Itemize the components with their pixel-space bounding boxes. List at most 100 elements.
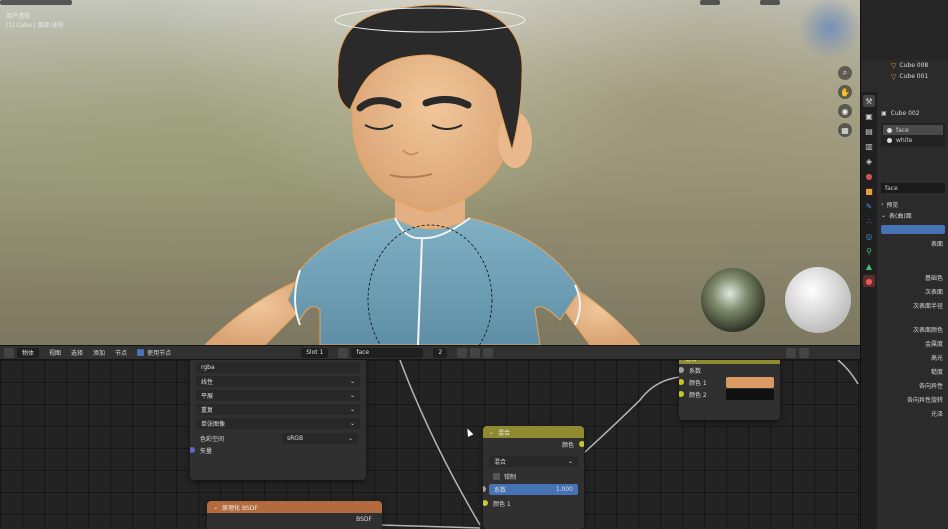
menu-node[interactable]: 节点 <box>115 348 127 357</box>
material-tab-icon[interactable]: ● <box>863 275 875 287</box>
image-node-top-value: rgba <box>201 364 215 371</box>
slot-label: Slot 1 <box>306 349 324 356</box>
shader-type-dropdown[interactable]: 物体 <box>17 347 40 358</box>
material-name-field[interactable]: face <box>351 347 424 358</box>
physics-tab-icon[interactable]: ◎ <box>863 230 875 242</box>
tool-tab-icon[interactable]: ⚒ <box>863 95 875 107</box>
colorspace-row: 色彩空间 sRGB ⌄ <box>190 432 366 444</box>
scene-tab-icon[interactable]: ◈ <box>863 155 875 167</box>
character-model[interactable] <box>0 0 860 345</box>
unlink-material-icon[interactable] <box>483 347 494 358</box>
color-mix-color1-row: 颜色 1 <box>679 376 780 388</box>
property-label: 次表面 <box>924 289 943 296</box>
hand-icon[interactable]: ✋ <box>838 85 852 99</box>
material-slot[interactable]: face <box>883 125 943 135</box>
color-mix-color2-row: 颜色 2 <box>679 388 780 400</box>
outliner-item[interactable]: ▽ Cube 001 <box>861 71 948 82</box>
surface-shader-field[interactable] <box>881 225 945 234</box>
property-label: 各向异性旋转 <box>906 397 943 404</box>
projection-dropdown[interactable]: 平展 ⌄ <box>196 390 360 401</box>
vector-socket[interactable] <box>190 447 195 453</box>
menu-add[interactable]: 添加 <box>93 348 105 357</box>
bsdf-output-row: BSDF <box>207 513 382 525</box>
chevron-down-icon: ⌄ <box>349 420 355 427</box>
mix-node-header[interactable]: ⌄ 混合 <box>483 426 584 438</box>
outliner-item-label: Cube 008 <box>899 62 929 69</box>
view-layer-tab-icon[interactable]: ▥ <box>863 140 875 152</box>
chevron-down-icon: ⌄ <box>567 458 573 465</box>
colorspace-dropdown[interactable]: sRGB ⌄ <box>282 432 358 444</box>
mix-color1-row: 颜色 1 <box>483 497 584 509</box>
color-mix-color2-socket[interactable] <box>679 391 684 397</box>
output-tab-icon[interactable]: ▤ <box>863 125 875 137</box>
extension-dropdown[interactable]: 重复 ⌄ <box>196 404 360 415</box>
mix-output-label: 颜色 <box>561 441 574 449</box>
property-label: 表面 <box>930 241 943 248</box>
3d-viewport[interactable]: 用户透视 (1) Cube | 面部 球形 ⌕ ✋ ◉ ▦ <box>0 0 860 345</box>
camera-icon[interactable]: ◉ <box>838 104 852 118</box>
surface-section[interactable]: ⌄ 表(曲)面 <box>881 210 945 221</box>
slot-dropdown[interactable]: Slot 1 <box>301 347 329 358</box>
clamp-row[interactable]: 钳制 <box>483 470 584 482</box>
world-tab-icon[interactable]: ● <box>863 170 875 182</box>
fake-user-icon[interactable] <box>457 347 468 358</box>
material-users-count[interactable]: 2 <box>433 347 448 358</box>
overlay-toggle-icon[interactable] <box>786 347 797 358</box>
data-tab-icon[interactable]: ▲ <box>863 260 875 272</box>
object-tab-icon[interactable]: ■ <box>863 185 875 197</box>
mix-output-socket[interactable] <box>579 441 584 447</box>
preview-section-label: 预览 <box>886 202 899 209</box>
blend-mode-dropdown[interactable]: 混合 ⌄ <box>489 456 578 467</box>
principled-bsdf-node[interactable]: ⌄ 原理化 BSDF BSDF <box>207 501 382 529</box>
outliner-item[interactable]: ▽ Cube 008 <box>861 60 948 71</box>
property-label: 金属度 <box>924 341 943 348</box>
new-material-icon[interactable] <box>470 347 481 358</box>
property-label: 高光 <box>930 355 943 362</box>
dark-color-swatch[interactable] <box>726 388 774 400</box>
interpolation-dropdown[interactable]: 线性 ⌄ <box>196 376 360 387</box>
menu-select[interactable]: 选择 <box>71 348 83 357</box>
snap-toggle-icon[interactable] <box>799 347 810 358</box>
editor-type-icon[interactable] <box>4 347 14 358</box>
preview-section[interactable]: › 预览 <box>881 199 945 210</box>
constraints-tab-icon[interactable]: ⚲ <box>863 245 875 257</box>
material-sphere-icon <box>887 127 892 133</box>
node-editor-canvas[interactable]: rgba 线性 ⌄ 平展 ⌄ 重复 ⌄ 单张图像 ⌄ 色彩空间 sRGB ⌄ 矢… <box>0 360 860 529</box>
use-nodes-checkbox[interactable] <box>137 349 145 356</box>
color-mix-node-title: 混合 <box>685 360 697 363</box>
source-dropdown[interactable]: 单张图像 ⌄ <box>196 418 360 429</box>
factor-socket[interactable] <box>483 486 486 492</box>
mix-output-row: 颜色 <box>483 438 584 450</box>
color-mix-node[interactable]: 混合 系数 颜色 1 颜色 2 <box>679 360 780 420</box>
collapse-icon[interactable]: ⌄ <box>213 504 218 511</box>
clamp-checkbox[interactable] <box>493 472 500 480</box>
mix-node[interactable]: ⌄ 混合 颜色 混合 ⌄ 钳制 系数 1.000 颜色 1 <box>483 426 584 529</box>
color-mix-fac-socket[interactable] <box>679 367 684 373</box>
particles-tab-icon[interactable]: ∴ <box>863 215 875 227</box>
material-browse-icon[interactable] <box>338 347 349 358</box>
mix-color1-socket[interactable] <box>483 500 488 506</box>
grid-icon[interactable]: ▦ <box>838 123 852 137</box>
material-slot-list[interactable]: face white <box>881 123 945 147</box>
image-texture-node[interactable]: rgba 线性 ⌄ 平展 ⌄ 重复 ⌄ 单张图像 ⌄ 色彩空间 sRGB ⌄ 矢… <box>190 360 366 480</box>
image-node-top-field[interactable]: rgba <box>196 362 360 373</box>
skin-color-swatch[interactable] <box>726 376 774 388</box>
outliner[interactable]: ▽ Cube 008 ▽ Cube 001 <box>861 60 948 92</box>
property-label: 次表面半径 <box>912 303 943 310</box>
factor-slider[interactable]: 系数 1.000 <box>483 484 578 495</box>
properties-panel[interactable]: ▣ Cube 002 face white face › 预览 ⌄ 表(曲)面 … <box>877 92 948 529</box>
material-name-input[interactable]: face <box>881 183 945 193</box>
use-nodes-toggle[interactable]: 使用节点 <box>137 348 171 357</box>
collapse-icon[interactable]: ⌄ <box>489 429 494 436</box>
modifier-tab-icon[interactable]: ✎ <box>863 200 875 212</box>
color-mix-color1-socket[interactable] <box>679 379 684 385</box>
right-panel: ▽ Cube 008 ▽ Cube 001 ⚒ ▣ ▤ ▥ ◈ ● ■ ✎ ∴ … <box>860 0 948 529</box>
object-name-row: ▣ Cube 002 <box>881 108 945 119</box>
blend-mode-value: 混合 <box>494 459 507 466</box>
menu-view[interactable]: 视图 <box>49 348 61 357</box>
bsdf-node-header[interactable]: ⌄ 原理化 BSDF <box>207 501 382 513</box>
object-name: Cube 002 <box>890 110 920 117</box>
zoom-icon[interactable]: ⌕ <box>838 66 852 80</box>
material-slot[interactable]: white <box>883 135 943 145</box>
render-tab-icon[interactable]: ▣ <box>863 110 875 122</box>
